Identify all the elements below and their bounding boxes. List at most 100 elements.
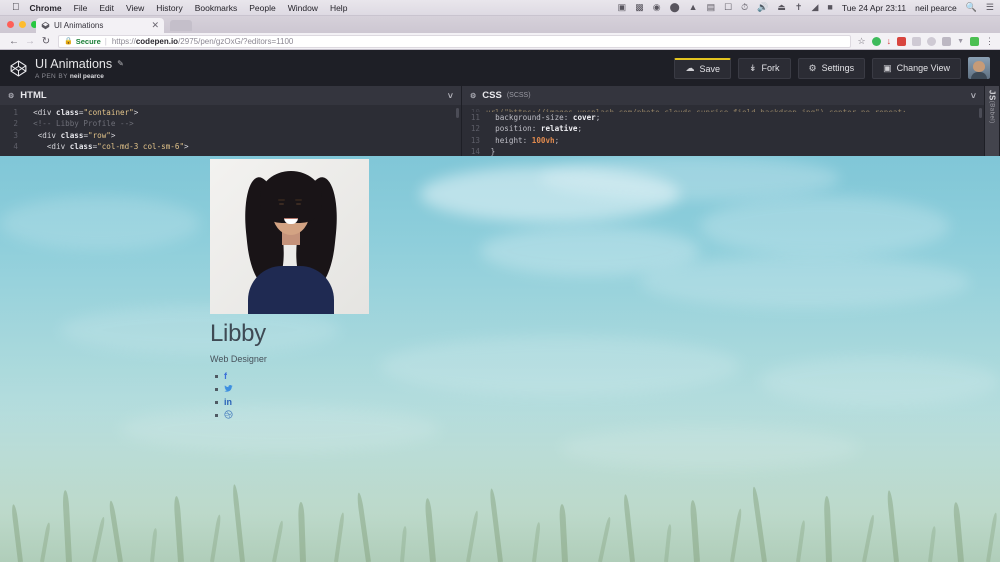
list-item[interactable]: f [224, 370, 530, 383]
preview-pane[interactable]: Libby Web Designer f in [0, 156, 1000, 562]
extension-circle-icon[interactable] [927, 37, 936, 46]
code-line: 10 url("https://images.unsplash.com/phot… [462, 107, 984, 112]
download-arrow-icon[interactable]: ↓ [887, 37, 892, 46]
pencil-icon[interactable]: ✎ [117, 59, 124, 68]
extension-red-icon[interactable] [897, 37, 906, 46]
activity-monitor-icon[interactable]: ▩ [635, 3, 644, 12]
list-item[interactable]: in [224, 396, 530, 409]
menubar-clock[interactable]: Tue 24 Apr 23:11 [842, 3, 906, 13]
save-button[interactable]: ☁ Save [674, 58, 731, 79]
menu-bookmarks[interactable]: Bookmarks [195, 3, 238, 13]
menu-chrome[interactable]: Chrome [30, 3, 62, 13]
pen-byline: A PEN BY neil pearce [35, 73, 124, 80]
line-number: 3 [0, 130, 24, 141]
extension-green-icon[interactable] [872, 37, 881, 46]
code-text: <div class="row"> [24, 130, 115, 141]
chevron-down-icon[interactable]: ˅ [448, 91, 453, 101]
browser-tab-title: UI Animations [54, 21, 151, 30]
chrome-menu-icon[interactable]: ⋮ [985, 37, 994, 46]
list-item[interactable] [224, 383, 530, 396]
search-icon[interactable]: 🔍 [966, 3, 977, 12]
css-property: background-size [495, 113, 564, 122]
display-mirroring-icon[interactable]: ▣ [618, 3, 627, 12]
menubar-username[interactable]: neil pearce [915, 3, 957, 13]
keyboard-input-icon[interactable]: ▤ [707, 3, 716, 12]
extension-grey-icon[interactable] [912, 37, 921, 46]
dropbox-icon[interactable]: ▲ [689, 3, 698, 12]
js-editor-pane-collapsed[interactable]: JS(Babel) [985, 86, 1000, 156]
address-bar[interactable]: 🔒 Secure | https:// codepen.io /2975/pen… [58, 35, 851, 48]
url-scheme: https:// [112, 37, 136, 46]
code-line: 2 <!-- Libby Profile --> [0, 118, 461, 129]
profile-card: Libby Web Designer f in [210, 156, 530, 422]
volume-icon[interactable]: 🔊 [757, 3, 768, 12]
screen-icon[interactable]: ☐ [724, 3, 732, 12]
timer-icon[interactable]: ⏱ [741, 3, 748, 12]
back-arrow-icon[interactable]: ← [6, 36, 22, 47]
css-code-area[interactable]: 10 url("https://images.unsplash.com/phot… [462, 105, 984, 158]
editor-row: ⚙ HTML ˅ 1 <div class="container"> 2 <!-… [0, 86, 1000, 156]
close-icon[interactable]: ✕ [151, 21, 159, 30]
extension-clock-icon[interactable] [942, 37, 951, 46]
menu-history[interactable]: History [156, 3, 182, 13]
codepen-logo-icon[interactable] [10, 60, 27, 77]
eject-icon[interactable]: ⏏ [777, 3, 786, 12]
location-icon[interactable]: ⬤ [670, 3, 680, 12]
menubar-status-area: ▣ ▩ ◉ ⬤ ▲ ▤ ☐ ⏱ 🔊 ⏏ ✝ ◢ ■ Tue 24 Apr 23:… [618, 3, 994, 13]
twitter-icon[interactable] [224, 384, 233, 395]
header-actions: ☁ Save ↡ Fork ⚙ Settings ▣ Change View [674, 57, 990, 79]
menu-file[interactable]: File [74, 3, 88, 13]
change-view-button[interactable]: ▣ Change View [872, 58, 961, 79]
chevron-down-icon[interactable]: ˅ [971, 91, 976, 101]
css-property: position [495, 124, 532, 133]
extension-green-badge-icon[interactable] [970, 37, 979, 46]
page-title: UI Animations ✎ [35, 57, 124, 71]
url-path: /2975/pen/gzOxG/?editors=1100 [178, 37, 293, 46]
battery-icon[interactable]: ■ [827, 3, 832, 12]
menu-help[interactable]: Help [330, 3, 347, 13]
gear-icon[interactable]: ⚙ [470, 92, 476, 100]
settings-button[interactable]: ⚙ Settings [798, 58, 866, 79]
list-item[interactable] [224, 409, 530, 422]
settings-button-label: Settings [822, 63, 855, 73]
linkedin-icon[interactable]: in [224, 398, 232, 407]
globe-icon[interactable]: ◉ [653, 3, 661, 12]
window-controls [7, 21, 38, 28]
list-icon[interactable]: ☰ [986, 3, 994, 12]
pen-title-text: UI Animations [35, 57, 112, 71]
bookmark-star-icon[interactable]: ☆ [857, 37, 865, 46]
apple-icon[interactable]:  [12, 3, 20, 13]
wifi-icon[interactable]: ◢ [811, 3, 818, 12]
code-line: 4 <div class="col-md-3 col-sm-6"> [0, 141, 461, 152]
line-number: 12 [462, 123, 486, 134]
new-tab-icon[interactable] [170, 20, 192, 31]
menu-view[interactable]: View [126, 3, 144, 13]
browser-tabstrip: UI Animations ✕ [0, 16, 1000, 33]
gear-icon[interactable]: ⚙ [8, 92, 14, 100]
bluetooth-icon[interactable]: ✝ [795, 3, 803, 12]
dribbble-icon[interactable] [224, 410, 233, 421]
minimize-window-button[interactable] [19, 21, 26, 28]
line-number: 11 [462, 112, 486, 123]
extension-funnel-icon[interactable]: ▼ [957, 38, 964, 45]
close-window-button[interactable] [7, 21, 14, 28]
html-code-area[interactable]: 1 <div class="container"> 2 <!-- Libby P… [0, 105, 461, 153]
byline-author: neil pearce [70, 73, 104, 80]
facebook-icon[interactable]: f [224, 372, 227, 381]
reload-icon[interactable]: ↻ [38, 36, 54, 47]
editor-scrollbar[interactable] [979, 108, 982, 118]
css-value: 100vh [532, 136, 555, 145]
menu-people[interactable]: People [249, 3, 275, 13]
gear-icon: ⚙ [809, 63, 817, 74]
forward-arrow-icon[interactable]: → [22, 36, 38, 47]
css-value: relative [541, 124, 578, 133]
menu-edit[interactable]: Edit [99, 3, 114, 13]
browser-tab[interactable]: UI Animations ✕ [36, 18, 164, 33]
css-property: height [495, 136, 522, 145]
save-button-label: Save [699, 64, 720, 74]
user-avatar[interactable] [968, 57, 990, 79]
editor-scrollbar[interactable] [456, 108, 459, 118]
fork-button[interactable]: ↡ Fork [738, 58, 791, 79]
code-text: url("https://images.unsplash.com/photo_c… [486, 107, 907, 112]
menu-window[interactable]: Window [288, 3, 318, 13]
